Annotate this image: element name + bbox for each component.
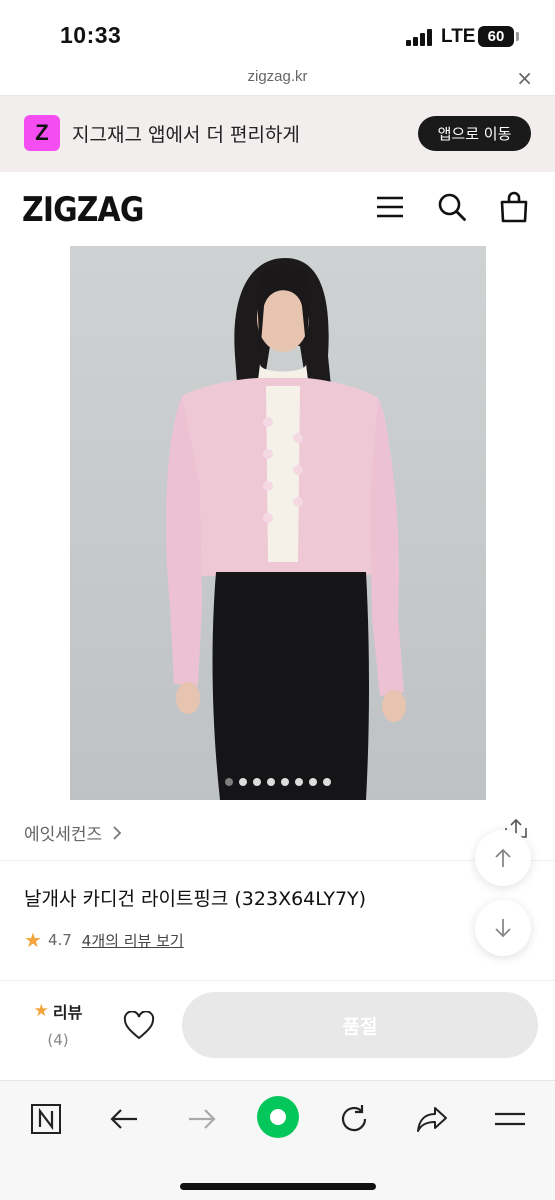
status-bar: 10:33 LTE 60 [0,0,555,62]
naver-green-dot-icon[interactable] [256,1095,300,1139]
purchase-bar: ★ 리뷰 (4) 품절 [0,980,555,1080]
home-indicator [180,1183,376,1190]
review-label-text: 리뷰 [52,1003,83,1022]
carousel-dot[interactable] [309,778,317,786]
carousel-dot[interactable] [295,778,303,786]
signal-icon [406,29,434,46]
star-icon: ★ [24,928,42,952]
refresh-icon[interactable] [336,1101,372,1137]
review-link[interactable]: 4개의 리뷰 보기 [82,930,184,951]
divider [0,860,555,861]
scroll-down-button[interactable] [475,900,531,956]
search-icon[interactable] [436,190,468,224]
rating-row: ★ 4.7 4개의 리뷰 보기 [24,928,184,952]
review-count: (4) [47,1031,69,1049]
carousel-dot[interactable] [267,778,275,786]
carousel-dot[interactable] [323,778,331,786]
brand-logo[interactable]: ZIGZAG [22,190,144,230]
battery-icon: 60 [478,26,514,47]
review-label[interactable]: ★ 리뷰 [28,999,88,1023]
soldout-button[interactable]: 품절 [182,992,538,1058]
share-arrow-icon[interactable] [414,1101,450,1137]
model-photo [70,246,486,800]
back-arrow-icon[interactable] [106,1101,142,1137]
arrow-up-icon [495,848,511,867]
banner-text: 지그재그 앱에서 더 편리하게 [72,124,300,146]
heart-icon[interactable] [123,1010,155,1041]
rating-value: 4.7 [47,931,72,949]
url-text[interactable]: zigzag.kr [0,68,555,85]
carousel-dots[interactable] [70,778,486,786]
zigzag-app-logo: Z [24,115,60,151]
carousel-dot[interactable] [239,778,247,786]
status-time: 10:33 [60,22,122,48]
network-label: LTE [441,26,476,47]
menu-icon[interactable] [374,190,406,224]
menu-lines-icon[interactable] [492,1101,528,1137]
browser-toolbar [0,1080,555,1200]
carousel-dot[interactable] [253,778,261,786]
app-install-banner: Z 지그재그 앱에서 더 편리하게 앱으로 이동 [0,96,555,172]
carousel-dot[interactable] [225,778,233,786]
arrow-down-icon [495,919,511,938]
chevron-right-icon [113,825,122,840]
forward-arrow-icon[interactable] [184,1101,220,1137]
product-image[interactable] [70,246,486,800]
shopping-bag-icon[interactable] [498,190,530,224]
product-name: 날개사 카디건 라이트핑크 (323X64LY7Y) [24,888,367,910]
naver-home-icon[interactable] [28,1101,64,1137]
carousel-dot[interactable] [281,778,289,786]
store-link[interactable]: 에잇세컨즈 [24,820,122,845]
close-icon[interactable]: × [516,66,533,90]
scroll-up-button[interactable] [475,830,531,886]
open-app-button[interactable]: 앱으로 이동 [418,116,531,151]
store-name[interactable]: 에잇세컨즈 [24,820,102,845]
url-bar[interactable]: zigzag.kr × [0,62,555,96]
review-summary-button[interactable]: ★ 리뷰 (4) [28,999,88,1049]
site-header: ZIGZAG [0,172,555,246]
battery-tip [516,32,519,41]
star-icon: ★ [33,1001,49,1021]
